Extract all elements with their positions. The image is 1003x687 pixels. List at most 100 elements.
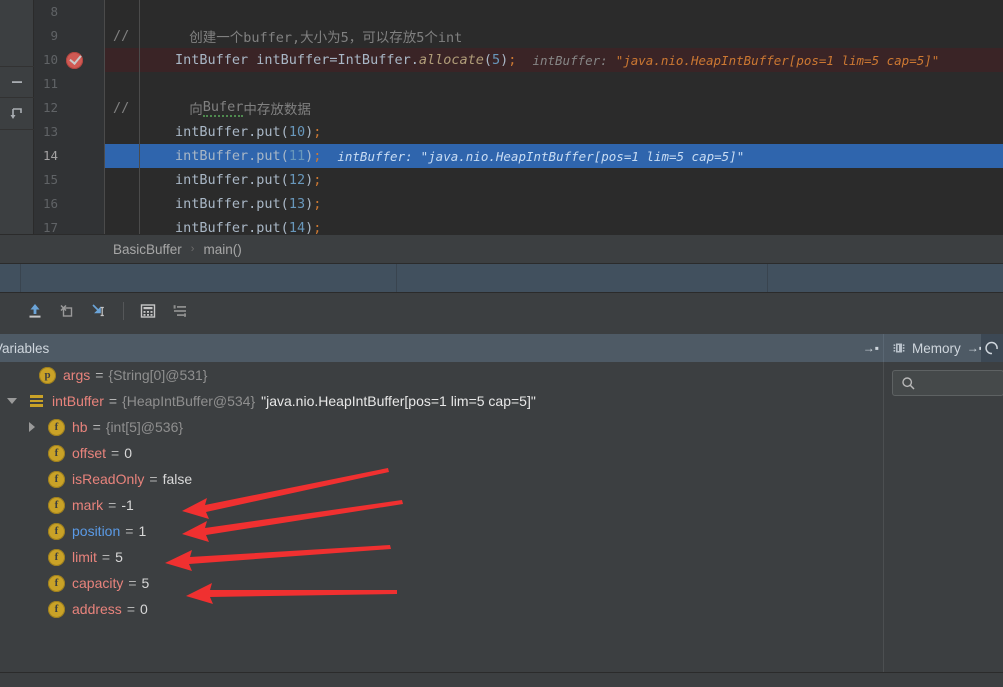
line-number: 15 bbox=[42, 172, 58, 187]
variable-row-hb[interactable]: f hb = {int[5]@536} bbox=[0, 414, 883, 440]
code-token-number: 5 bbox=[492, 52, 501, 68]
step-out-button[interactable] bbox=[20, 297, 50, 325]
variable-value: 0 bbox=[124, 445, 132, 461]
variable-type: {String[0]@531} bbox=[108, 367, 208, 383]
equals-sign: = bbox=[92, 419, 101, 435]
breakpoint-marker-icon[interactable] bbox=[66, 52, 83, 69]
variable-type: {int[5]@536} bbox=[105, 419, 184, 435]
variable-name: isReadOnly bbox=[72, 471, 145, 487]
line-number: 13 bbox=[42, 124, 58, 139]
variables-tree[interactable]: p args = {String[0]@531} intBuffer = {He… bbox=[0, 362, 883, 672]
variable-value: -1 bbox=[121, 497, 134, 513]
toolbar-edge bbox=[4, 297, 18, 325]
comment-text-a: 向 bbox=[189, 102, 203, 118]
code-lines[interactable]: // 创建一个buffer,大小为5，可以存放5个int IntBuffer i… bbox=[104, 0, 1003, 234]
debug-toolbar[interactable] bbox=[0, 294, 1003, 328]
code-token-call: intBuffer.put bbox=[175, 196, 281, 212]
variable-value: "java.nio.HeapIntBuffer[pos=1 lim=5 cap=… bbox=[261, 393, 536, 409]
field-icon: f bbox=[48, 548, 65, 566]
code-line-12: // 向 Bufer 中存放数据 bbox=[104, 96, 1003, 120]
field-icon: f bbox=[48, 418, 65, 436]
object-icon bbox=[28, 393, 45, 410]
field-icon: f bbox=[48, 444, 65, 462]
variable-row-intbuffer[interactable]: intBuffer = {HeapIntBuffer@534} "java.ni… bbox=[0, 388, 883, 414]
settings-list-icon bbox=[173, 305, 186, 317]
line-number: 11 bbox=[42, 76, 58, 91]
variable-name: position bbox=[72, 523, 121, 539]
tab-divider bbox=[396, 264, 397, 292]
line-number: 9 bbox=[50, 28, 58, 43]
chevron-right-icon: › bbox=[190, 243, 195, 255]
code-editor[interactable]: 8 9 10 11 12 13 14 15 16 17 // 创建一个buffe… bbox=[0, 0, 1003, 234]
variable-row-position[interactable]: f position = 1 bbox=[0, 518, 883, 544]
code-line-17: intBuffer.put(14); bbox=[104, 216, 1003, 234]
comment-prefix: // bbox=[113, 100, 130, 116]
memory-tab-label: Memory bbox=[912, 340, 961, 356]
layout-settings-button[interactable] bbox=[165, 297, 195, 325]
code-token-number: 12 bbox=[288, 172, 306, 188]
code-token-semicolon: ; bbox=[508, 52, 517, 68]
code-token-call: intBuffer.put bbox=[175, 220, 281, 234]
code-token-number: 14 bbox=[288, 220, 306, 234]
variable-row-limit[interactable]: f limit = 5 bbox=[0, 544, 883, 570]
code-token-call: intBuffer.put bbox=[175, 124, 281, 140]
code-token-semicolon: ; bbox=[313, 148, 322, 164]
inline-debug-hint-value: "java.nio.HeapIntBuffer[pos=1 lim=5 cap=… bbox=[420, 148, 745, 164]
breadcrumb-class[interactable]: BasicBuffer bbox=[113, 242, 182, 257]
variable-name: offset bbox=[72, 445, 106, 461]
run-to-cursor-button[interactable] bbox=[84, 297, 114, 325]
toolbar-separator bbox=[123, 302, 124, 320]
twisty-collapsed-icon[interactable] bbox=[25, 420, 39, 434]
variable-row-args[interactable]: p args = {String[0]@531} bbox=[0, 362, 883, 388]
comment-prefix: // bbox=[113, 28, 130, 44]
variable-name: args bbox=[63, 367, 91, 383]
equals-sign: = bbox=[95, 367, 104, 383]
code-token-semicolon: ; bbox=[313, 172, 322, 188]
code-token-semicolon: ; bbox=[313, 220, 322, 234]
code-line-15: intBuffer.put(12); bbox=[104, 168, 1003, 192]
bottom-status-strip bbox=[0, 672, 1003, 687]
code-token-paren-close: ) bbox=[500, 52, 509, 68]
memory-search-input[interactable] bbox=[922, 375, 992, 391]
variable-row-mark[interactable]: f mark = -1 bbox=[0, 492, 883, 518]
tab-divider bbox=[20, 264, 21, 292]
breadcrumb[interactable]: BasicBuffer › main() bbox=[0, 234, 1003, 263]
code-token-call: intBuffer.put bbox=[175, 172, 281, 188]
field-icon: f bbox=[48, 522, 65, 540]
field-icon: f bbox=[48, 600, 65, 618]
variable-row-address[interactable]: f address = 0 bbox=[0, 596, 883, 622]
refresh-button[interactable] bbox=[981, 334, 1003, 362]
variable-row-offset[interactable]: f offset = 0 bbox=[0, 440, 883, 466]
inline-debug-hint-label: intBuffer: bbox=[532, 52, 608, 68]
variable-name: limit bbox=[72, 549, 97, 565]
twisty-expanded-icon[interactable] bbox=[5, 394, 19, 408]
variable-row-capacity[interactable]: f capacity = 5 bbox=[0, 570, 883, 596]
step-out-icon bbox=[29, 304, 41, 318]
debug-tab-strip[interactable] bbox=[0, 263, 1003, 293]
line-number: 17 bbox=[42, 220, 58, 234]
code-token-declaration: IntBuffer intBuffer=IntBuffer. bbox=[175, 52, 419, 68]
inline-debug-hint-value: "java.nio.HeapIntBuffer[pos=1 lim=5 cap=… bbox=[615, 52, 940, 68]
parameter-icon: p bbox=[39, 366, 56, 384]
drop-frame-icon bbox=[60, 304, 73, 317]
memory-search-box[interactable] bbox=[892, 370, 1003, 396]
variable-value: 5 bbox=[141, 575, 150, 591]
line-number-current: 14 bbox=[42, 148, 58, 163]
variable-type: {HeapIntBuffer@534} bbox=[122, 393, 256, 409]
memory-tab[interactable]: Memory →▪ bbox=[883, 334, 1003, 362]
variables-panel-header[interactable]: Variables →▪ bbox=[0, 334, 883, 362]
evaluate-expression-button[interactable] bbox=[133, 297, 163, 325]
field-icon: f bbox=[48, 470, 65, 488]
variable-value: 0 bbox=[140, 601, 148, 617]
drop-frame-button[interactable] bbox=[52, 297, 82, 325]
variable-value: 1 bbox=[138, 523, 147, 539]
memory-panel[interactable] bbox=[883, 362, 1003, 672]
variable-row-isreadonly[interactable]: f isReadOnly = false bbox=[0, 466, 883, 492]
refresh-icon bbox=[985, 341, 998, 355]
line-number: 10 bbox=[42, 52, 58, 67]
code-line-9: // 创建一个buffer,大小为5，可以存放5个int bbox=[104, 24, 1003, 48]
code-token-number: 10 bbox=[288, 124, 306, 140]
hide-panel-icon[interactable]: →▪ bbox=[863, 341, 879, 355]
line-number: 8 bbox=[50, 4, 58, 19]
breadcrumb-method[interactable]: main() bbox=[203, 242, 241, 257]
